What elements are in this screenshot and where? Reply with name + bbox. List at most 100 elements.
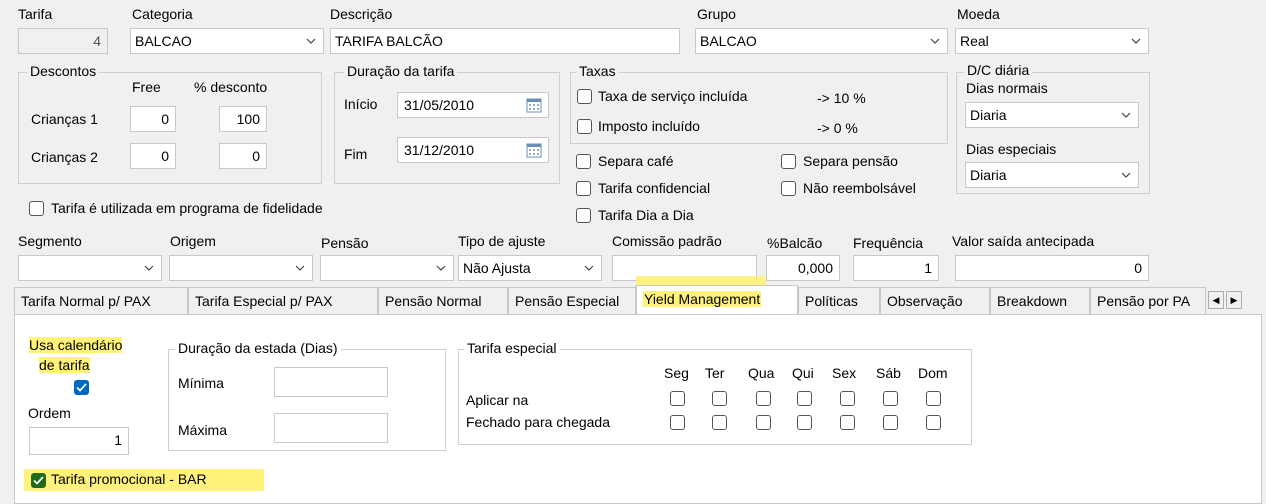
- categoria-label: Categoria: [132, 6, 193, 22]
- tab-yield-management[interactable]: Yield Management: [636, 285, 798, 316]
- dias-especiais-value: Diaria: [970, 167, 1007, 183]
- criancas1-pct-field[interactable]: 100: [219, 106, 267, 132]
- tipo-ajuste-select[interactable]: Não Ajusta: [458, 255, 602, 281]
- criancas1-label: Crianças 1: [31, 111, 98, 127]
- dias-normais-value: Diaria: [970, 107, 1007, 123]
- fidelidade-label: Tarifa é utilizada em programa de fideli…: [51, 200, 323, 216]
- tarifa-promocional-checkbox[interactable]: [31, 473, 46, 488]
- ordem-field[interactable]: 1: [29, 427, 129, 455]
- origem-label: Origem: [170, 233, 216, 249]
- chevron-down-icon: [1121, 172, 1131, 178]
- maxima-label: Máxima: [178, 422, 228, 438]
- balcao-label: %Balcão: [767, 235, 823, 251]
- moeda-value: Real: [960, 33, 989, 49]
- descricao-field[interactable]: TARIFA BALCÃO: [330, 28, 680, 54]
- valor-saida-label: Valor saída antecipada: [952, 233, 1095, 249]
- minima-field[interactable]: [274, 367, 388, 397]
- criancas2-label: Crianças 2: [31, 149, 98, 165]
- dias-normais-select[interactable]: Diaria: [965, 102, 1139, 128]
- aplicar-qui-checkbox[interactable]: [797, 391, 812, 406]
- moeda-select[interactable]: Real: [955, 28, 1149, 54]
- grupo-label: Grupo: [697, 6, 736, 22]
- aplicar-sex-checkbox[interactable]: [840, 391, 855, 406]
- tarifa-confidencial-label: Tarifa confidencial: [598, 180, 711, 196]
- aplicar-qua-checkbox[interactable]: [756, 391, 771, 406]
- calendar-icon[interactable]: [526, 142, 542, 158]
- tab-politicas[interactable]: Políticas: [798, 287, 880, 315]
- imposto-checkbox[interactable]: [577, 119, 592, 134]
- fim-date-field[interactable]: 31/12/2010: [397, 137, 549, 163]
- tarifa-dia-a-dia-checkbox[interactable]: [576, 208, 591, 223]
- tab-pensao-por-pax[interactable]: Pensão por PA: [1090, 287, 1206, 315]
- imposto-pct: -> 0 %: [817, 120, 858, 136]
- aplicar-ter-checkbox[interactable]: [712, 391, 727, 406]
- frequencia-field[interactable]: 1: [853, 255, 939, 281]
- chevron-down-icon: [436, 265, 446, 271]
- nao-reembolsavel-label: Não reembolsável: [803, 180, 916, 196]
- taxas-title: Taxas: [576, 63, 619, 79]
- aplicar-sab-checkbox[interactable]: [883, 391, 898, 406]
- calendar-icon[interactable]: [526, 97, 542, 113]
- dc-diaria-title: D/C diária: [964, 62, 1033, 78]
- chevron-down-icon: [295, 265, 305, 271]
- chevron-down-icon: [1121, 112, 1131, 118]
- maxima-field[interactable]: [274, 413, 388, 443]
- moeda-label: Moeda: [957, 6, 1000, 22]
- tab-scroll-right-icon[interactable]: ▶: [1226, 291, 1242, 309]
- comissao-label: Comissão padrão: [612, 233, 722, 249]
- fechado-sex-checkbox[interactable]: [840, 415, 855, 430]
- pensao-select[interactable]: [320, 255, 454, 281]
- balcao-field[interactable]: 0,000: [766, 255, 840, 281]
- duracao-estada-title: Duração da estada (Dias): [175, 340, 341, 356]
- tarifa-label: Tarifa: [18, 6, 53, 22]
- segmento-select[interactable]: [18, 255, 162, 281]
- fechado-ter-checkbox[interactable]: [712, 415, 727, 430]
- segmento-label: Segmento: [18, 233, 82, 249]
- fechado-sab-checkbox[interactable]: [883, 415, 898, 430]
- criancas2-pct-field[interactable]: 0: [219, 143, 267, 169]
- aplicar-seg-checkbox[interactable]: [670, 391, 685, 406]
- fechado-qua-checkbox[interactable]: [756, 415, 771, 430]
- tab-breakdown[interactable]: Breakdown: [990, 287, 1090, 315]
- inicio-label: Início: [344, 96, 378, 112]
- checkmark-icon: [33, 476, 44, 485]
- day-sex-label: Sex: [832, 365, 857, 381]
- separa-pensao-checkbox[interactable]: [781, 154, 796, 169]
- valor-saida-field[interactable]: 0: [955, 255, 1149, 281]
- tab-pensao-especial[interactable]: Pensão Especial: [508, 287, 636, 315]
- categoria-select[interactable]: BALCAO: [130, 28, 324, 54]
- origem-select[interactable]: [169, 255, 313, 281]
- tarifa-confidencial-checkbox[interactable]: [576, 181, 591, 196]
- taxa-servico-label: Taxa de serviço incluída: [598, 88, 748, 104]
- tab-tarifa-normal-pax[interactable]: Tarifa Normal p/ PAX: [14, 287, 188, 315]
- yield-management-panel: Usa calendário de tarifa Ordem 1 Duração…: [14, 314, 1262, 504]
- tab-scroll-left-icon[interactable]: ◀: [1208, 291, 1224, 309]
- chevron-down-icon: [1131, 38, 1141, 44]
- fechado-seg-checkbox[interactable]: [670, 415, 685, 430]
- criancas2-free-field[interactable]: 0: [130, 143, 176, 169]
- day-sab-label: Sáb: [876, 365, 901, 381]
- criancas1-free-field[interactable]: 0: [130, 106, 176, 132]
- tab-pensao-normal[interactable]: Pensão Normal: [378, 287, 508, 315]
- usa-calendario-line1: Usa calendário: [29, 337, 123, 353]
- fechado-dom-checkbox[interactable]: [926, 415, 941, 430]
- fechado-qui-checkbox[interactable]: [797, 415, 812, 430]
- minima-label: Mínima: [178, 375, 224, 391]
- inicio-date-field[interactable]: 31/05/2010: [397, 92, 549, 118]
- tab-observacao[interactable]: Observação: [880, 287, 990, 315]
- day-seg-label: Seg: [664, 365, 689, 381]
- dias-especiais-select[interactable]: Diaria: [965, 162, 1139, 188]
- inicio-date-value: 31/05/2010: [404, 97, 475, 113]
- grupo-value: BALCAO: [700, 33, 757, 49]
- usa-calendario-checkbox[interactable]: [74, 380, 89, 395]
- nao-reembolsavel-checkbox[interactable]: [781, 181, 796, 196]
- aplicar-dom-checkbox[interactable]: [926, 391, 941, 406]
- tab-tarifa-especial-pax[interactable]: Tarifa Especial p/ PAX: [188, 287, 378, 315]
- aplicar-na-label: Aplicar na: [466, 392, 529, 408]
- grupo-select[interactable]: BALCAO: [695, 28, 948, 54]
- tarifa-field[interactable]: 4: [18, 28, 108, 54]
- fechado-chegada-label: Fechado para chegada: [466, 414, 610, 430]
- taxa-servico-checkbox[interactable]: [577, 89, 592, 104]
- separa-cafe-checkbox[interactable]: [576, 154, 591, 169]
- fidelidade-checkbox[interactable]: [29, 201, 44, 216]
